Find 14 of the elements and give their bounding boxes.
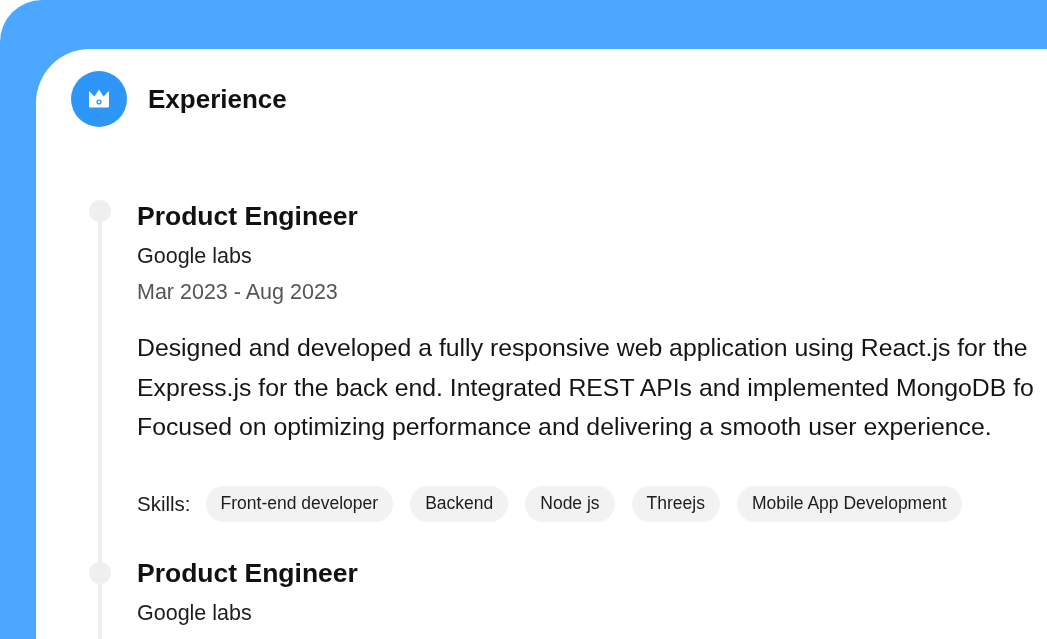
job-description: Designed and developed a fully responsive web application using React.js for the Express.js for the back end. Integrated REST APIs and implemented MongoDB fo Focused on optimizing performance and delivering a smooth user experience. [137,333,1034,442]
company-name: Google labs [137,244,252,268]
company-name: Google labs [137,600,252,625]
skills-label: Skills: [137,491,191,516]
skill-tag: Node js [525,485,615,522]
skill-tag: Backend [410,485,509,522]
crown-icon [71,71,127,127]
job-title: Product Engineer [137,556,358,589]
skill-tag: Mobile App Development [736,485,962,522]
skill-tag: Threejs [631,485,720,522]
job-dates: Mar 2023 - Aug 2023 [137,280,338,304]
job-title: Product Engineer [137,200,358,232]
section-title: Experience [148,83,287,115]
skill-tag: Front-end developer [205,485,394,522]
